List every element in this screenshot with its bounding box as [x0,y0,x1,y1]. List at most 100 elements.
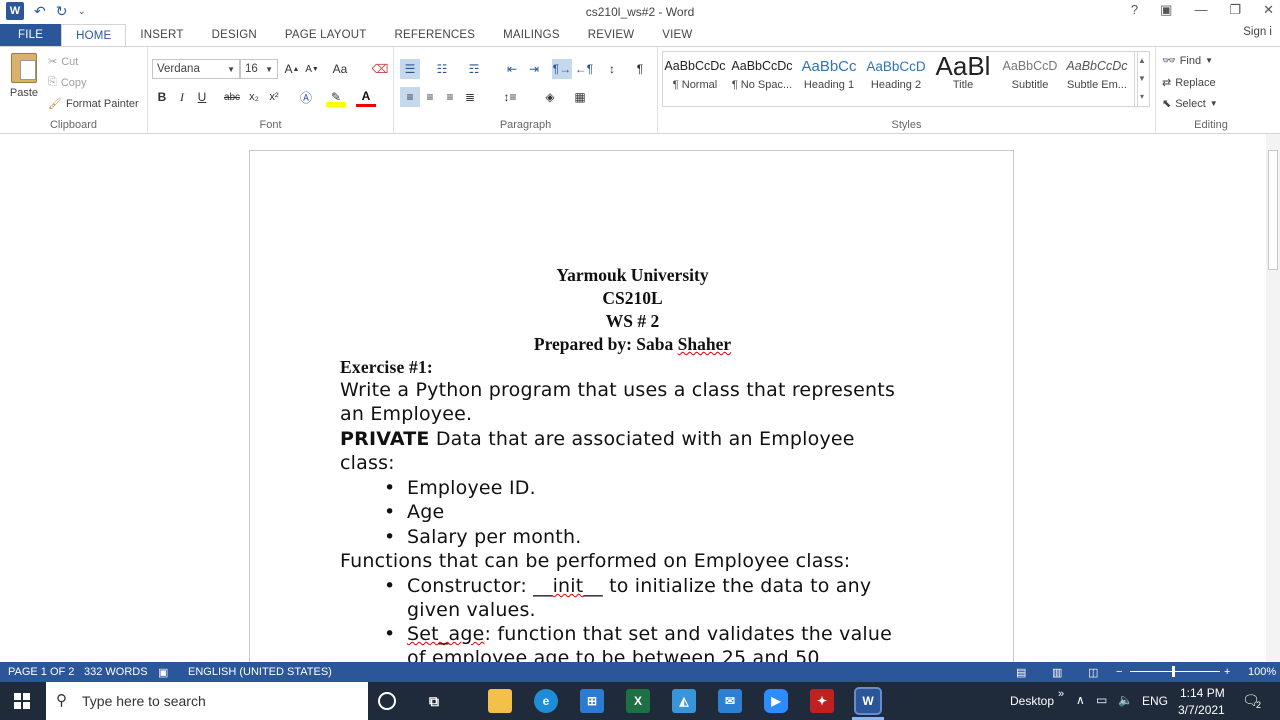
web-layout-icon[interactable]: ◫ [1088,666,1098,679]
style-sample: AaBbCcDc [1066,59,1128,73]
align-right-icon[interactable]: ≡ [440,87,460,107]
font-family-select[interactable]: Verdana ▼ [152,59,240,79]
zoom-slider[interactable] [1130,671,1220,672]
ribbon-display-button[interactable]: ▣ [1160,2,1172,18]
paste-button[interactable]: Paste [8,53,40,99]
app-icon[interactable]: ✦ [810,689,834,713]
help-button[interactable]: ? [1131,2,1138,18]
find-button[interactable]: 👓 Find ▼ [1162,54,1213,68]
align-center-icon[interactable]: ≡ [420,87,440,107]
tab-design[interactable]: DESIGN [198,24,271,46]
shading-icon[interactable]: ◈ [540,87,560,107]
zoom-out-icon[interactable]: − [1116,666,1122,678]
clock-time[interactable]: 1:14 PM [1180,686,1225,700]
tab-home[interactable]: HOME [61,24,127,46]
word-count[interactable]: 332 WORDS [84,666,148,678]
page-count[interactable]: PAGE 1 OF 2 [8,666,74,678]
bold-button[interactable]: B [152,87,172,107]
volume-icon[interactable]: 🔈 [1118,693,1133,707]
style-title[interactable]: AaBl Title [930,53,996,103]
style-normal[interactable]: AaBbCcDc ¶ Normal [662,53,728,103]
zoom-level[interactable]: 100% [1248,666,1276,678]
battery-icon[interactable]: ▭ [1096,693,1107,707]
superscript-button[interactable]: x² [264,87,284,107]
vertical-scrollbar[interactable] [1266,134,1280,662]
teams-icon[interactable]: ◭ [672,689,696,713]
shrink-font-icon[interactable]: A ▼ [302,59,322,79]
style-heading-1[interactable]: AaBbCc Heading 1 [796,53,862,103]
grow-font-icon[interactable]: A ▲ [282,59,302,79]
format-painter-button[interactable]: 🖌 Format Painter [48,97,139,111]
print-layout-icon[interactable]: ▥ [1052,666,1062,679]
restore-button[interactable]: ❐ [1229,2,1241,18]
minimize-button[interactable]: — [1194,2,1207,18]
windows-start-icon[interactable] [14,693,30,709]
edge-icon[interactable]: e [534,689,558,713]
tab-view[interactable]: VIEW [648,24,706,46]
subscript-button[interactable]: x₂ [244,87,264,107]
excel-icon[interactable]: X [626,689,650,713]
change-case-icon[interactable]: Aa [330,59,350,79]
chevron-icon[interactable]: » [1058,688,1064,700]
style-subtle-emphasis[interactable]: AaBbCcDc Subtle Em... [1064,53,1130,103]
copy-button[interactable]: ⎘ Copy [48,76,87,89]
proofing-icon[interactable]: ▣ [158,666,168,679]
zoom-slider-thumb[interactable] [1172,666,1175,677]
language-indicator[interactable]: ENGLISH (UNITED STATES) [188,666,332,678]
scrollbar-thumb[interactable] [1268,150,1278,270]
align-left-icon[interactable]: ≡ [400,87,420,107]
tab-page-layout[interactable]: PAGE LAYOUT [271,24,381,46]
input-language[interactable]: ENG [1142,694,1168,708]
underline-button[interactable]: U [192,87,212,107]
zoom-app-icon[interactable]: ▶ [764,689,788,713]
zoom-in-icon[interactable]: + [1224,666,1230,678]
italic-button[interactable]: I [172,87,192,107]
prepared-by-text: Prepared by: Saba [533,334,678,354]
multilevel-list-icon[interactable]: ☶ [464,59,484,79]
close-button[interactable]: ✕ [1263,2,1274,18]
cortana-icon[interactable] [378,692,396,710]
tab-review[interactable]: REVIEW [574,24,649,46]
tray-expand-icon[interactable]: ∧ [1076,693,1085,707]
styles-scroll[interactable]: ▲ ▼ ▾ [1134,51,1150,107]
select-button[interactable]: ⬉ Select ▼ [1162,97,1218,111]
replace-button[interactable]: ⇄ Replace [1162,76,1216,90]
store-icon[interactable]: ⊞ [580,689,604,713]
mail-icon[interactable]: ✉ [718,689,742,713]
line-spacing-icon[interactable]: ↕≡ [500,87,520,107]
tab-mailings[interactable]: MAILINGS [489,24,574,46]
clock-date[interactable]: 3/7/2021 [1178,703,1225,717]
strikethrough-button[interactable]: abc [222,87,242,107]
numbering-icon[interactable]: ☷ [432,59,452,79]
bullet-dot: • [384,623,396,645]
word-taskbar-icon[interactable]: W [854,687,882,715]
document-page[interactable]: Yarmouk University CS210L WS # 2 Prepare… [249,150,1014,670]
text-effects-icon[interactable]: Ⓐ [296,87,316,107]
sort-icon[interactable]: ↕ [602,59,622,79]
style-heading-2[interactable]: AaBbCcD Heading 2 [863,53,929,103]
tab-insert[interactable]: INSERT [126,24,197,46]
file-explorer-icon[interactable] [488,689,512,713]
font-size-select[interactable]: 16 ▼ [240,59,278,79]
desktop-toolbar[interactable]: Desktop [1010,694,1054,708]
justify-icon[interactable]: ≣ [460,87,480,107]
borders-icon[interactable]: ▦ [570,87,590,107]
style-subtitle[interactable]: AaBbCcD Subtitle [997,53,1063,103]
increase-indent-icon[interactable]: ⇥ [524,59,544,79]
taskbar-search-input[interactable]: ⚲ Type here to search [46,682,368,720]
style-no-spacing[interactable]: AaBbCcDc ¶ No Spac... [729,53,795,103]
sign-in-link[interactable]: Sign i [1243,26,1272,38]
decrease-indent-icon[interactable]: ⇤ [502,59,522,79]
highlight-icon[interactable]: ✎ [326,87,346,107]
read-mode-icon[interactable]: ▤ [1016,666,1026,679]
tab-file[interactable]: FILE [0,24,62,46]
clear-formatting-icon[interactable]: ⌫ [370,59,390,79]
pilcrow-icon[interactable]: ¶ [630,59,650,79]
rtl-icon[interactable]: ←¶ [574,59,594,79]
bullets-icon[interactable]: ☰ [400,59,420,79]
ltr-icon[interactable]: ¶→ [552,59,572,79]
tab-references[interactable]: REFERENCES [381,24,490,46]
cut-button[interactable]: ✂ Cut [48,55,78,69]
task-view-icon[interactable]: ⧉ [422,689,446,713]
font-color-icon[interactable]: A [356,87,376,107]
